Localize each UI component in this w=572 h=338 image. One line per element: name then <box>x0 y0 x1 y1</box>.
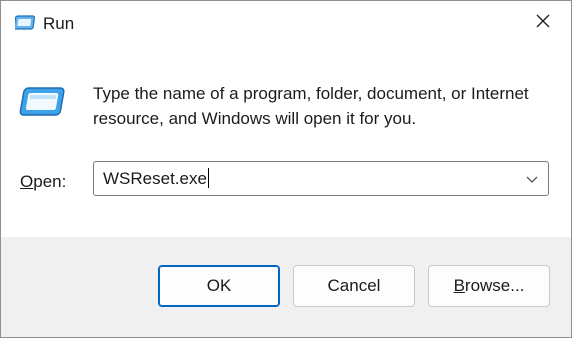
browse-label: rowse... <box>464 276 525 295</box>
open-label: Open: <box>20 171 66 193</box>
run-icon <box>13 14 37 32</box>
close-button[interactable] <box>515 1 571 45</box>
open-input[interactable]: WSReset.exe <box>103 168 209 190</box>
ok-button[interactable]: OK <box>158 265 280 307</box>
instruction-text: Type the name of a program, folder, docu… <box>93 84 529 128</box>
chevron-down-icon[interactable] <box>524 171 540 187</box>
title-bar[interactable]: Run <box>1 1 571 47</box>
cancel-button[interactable]: Cancel <box>293 265 415 307</box>
run-icon <box>19 85 67 121</box>
open-input-value: WSReset.exe <box>103 169 207 188</box>
open-combobox[interactable]: WSReset.exe <box>93 161 549 196</box>
browse-button[interactable]: Browse... <box>428 265 550 307</box>
close-icon <box>535 13 551 34</box>
dialog-content: Type the name of a program, folder, docu… <box>1 47 571 237</box>
browse-mnemonic: B <box>453 276 465 295</box>
run-dialog: Run Type the name of a program, folder, … <box>0 0 572 338</box>
open-label-mnemonic: O <box>20 172 34 191</box>
button-bar: OK Cancel Browse... <box>1 237 571 337</box>
open-label-text: pen: <box>33 172 67 191</box>
text-caret <box>207 168 209 188</box>
window-title: Run <box>43 14 75 33</box>
